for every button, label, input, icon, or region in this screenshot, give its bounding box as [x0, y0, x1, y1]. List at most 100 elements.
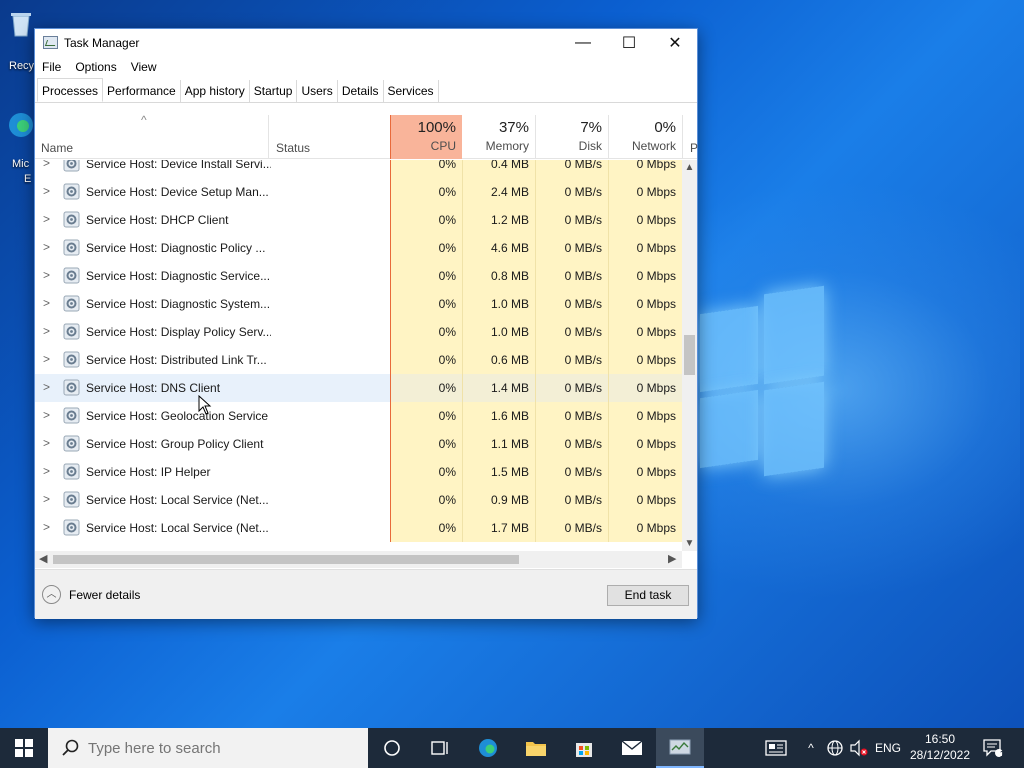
task-view-button[interactable] — [416, 728, 464, 768]
tab-startup[interactable]: Startup — [250, 80, 298, 102]
tab-users[interactable]: Users — [297, 80, 338, 102]
table-row[interactable]: > Service Host: Local Service (Net... 0% 0.… — [35, 486, 682, 514]
fewer-details-link[interactable]: Fewer details — [69, 588, 140, 602]
recycle-bin-icon[interactable] — [6, 8, 36, 43]
menu-options[interactable]: Options — [68, 57, 123, 79]
memory-cell: 4.6 MB — [462, 234, 535, 262]
show-hidden-icons-button[interactable]: ^ — [802, 728, 820, 768]
tab-performance[interactable]: Performance — [103, 80, 181, 102]
column-disk[interactable]: 7% Disk — [535, 115, 608, 159]
expand-chevron-icon[interactable]: > — [43, 296, 50, 310]
column-name[interactable]: Name — [41, 141, 73, 155]
table-row[interactable]: > Service Host: Display Policy Serv... 0% 1… — [35, 318, 682, 346]
expand-chevron-icon[interactable]: > — [43, 268, 50, 282]
scroll-left-icon[interactable]: ◀ — [39, 552, 47, 565]
recycle-bin-glyph-icon — [11, 13, 31, 37]
table-row[interactable]: > Service Host: Diagnostic Service... 0% 0.… — [35, 262, 682, 290]
expand-chevron-icon[interactable]: > — [43, 240, 50, 254]
close-button[interactable]: ✕ — [652, 29, 698, 57]
expand-chevron-icon[interactable]: > — [43, 352, 50, 366]
table-row[interactable]: > Service Host: Device Install Servi... 0%… — [35, 160, 682, 178]
mail-icon — [621, 740, 643, 755]
network-cell: 0 Mbps — [608, 206, 682, 234]
column-power-truncated[interactable]: P — [690, 141, 698, 155]
start-button[interactable] — [0, 728, 48, 768]
network-tray-button[interactable] — [824, 728, 846, 768]
expand-chevron-icon[interactable]: > — [43, 464, 50, 478]
column-cpu[interactable]: 100% CPU — [390, 115, 462, 159]
process-name: Service Host: Device Install Servi... — [86, 160, 271, 171]
news-icon — [765, 740, 787, 756]
title-bar[interactable]: Task Manager — ☐ ✕ — [35, 29, 697, 57]
horizontal-scrollbar[interactable]: ◀ ▶ — [35, 551, 682, 568]
horizontal-scroll-thumb[interactable] — [53, 555, 519, 564]
table-row[interactable]: > Service Host: Diagnostic Policy ... 0% 4.… — [35, 234, 682, 262]
search-input[interactable] — [88, 737, 348, 759]
process-name: Service Host: Diagnostic Policy ... — [86, 241, 266, 255]
vertical-scroll-thumb[interactable] — [684, 335, 695, 375]
expand-chevron-icon[interactable]: > — [43, 160, 50, 170]
cpu-cell: 0% — [390, 234, 462, 262]
tab-processes[interactable]: Processes — [37, 78, 104, 102]
cpu-cell: 0% — [390, 514, 462, 542]
memory-cell: 1.4 MB — [462, 374, 535, 402]
process-name: Service Host: Local Service (Net... — [86, 493, 269, 507]
volume-tray-button[interactable] — [848, 728, 870, 768]
tab-details[interactable]: Details — [338, 80, 384, 102]
expand-chevron-icon[interactable]: > — [43, 380, 50, 394]
table-row[interactable]: > Service Host: Diagnostic System... 0% 1.0… — [35, 290, 682, 318]
scroll-down-icon[interactable]: ▼ — [682, 538, 697, 549]
taskbar-clock[interactable]: 16:50 28/12/2022 — [905, 731, 975, 763]
edge-taskbar-button[interactable] — [464, 728, 512, 768]
network-cell: 0 Mbps — [608, 402, 682, 430]
file-explorer-button[interactable] — [512, 728, 560, 768]
minimize-button[interactable]: — — [560, 29, 606, 57]
tab-app-history[interactable]: App history — [181, 80, 250, 102]
clock-date: 28/12/2022 — [909, 748, 971, 762]
table-row[interactable]: > Service Host: Device Setup Man... 0% 2.4 … — [35, 178, 682, 206]
scroll-right-icon[interactable]: ▶ — [668, 552, 676, 565]
column-network[interactable]: 0% Network — [608, 115, 682, 159]
cortana-button[interactable] — [368, 728, 416, 768]
expand-chevron-icon[interactable]: > — [43, 520, 50, 534]
service-gear-icon — [63, 239, 80, 256]
end-task-button[interactable]: End task — [607, 585, 689, 606]
expand-chevron-icon[interactable]: > — [43, 212, 50, 226]
action-center-button[interactable]: 1 — [978, 728, 1008, 768]
taskbar-search[interactable] — [48, 728, 368, 768]
disk-cell: 0 MB/s — [535, 374, 608, 402]
vertical-scrollbar[interactable]: ▲ ▼ — [682, 160, 697, 551]
task-manager-taskbar-button[interactable] — [656, 728, 704, 768]
expand-chevron-icon[interactable]: > — [43, 324, 50, 338]
table-row[interactable]: > Service Host: IP Helper 0% 1.5 MB 0 MB/s 0 … — [35, 458, 682, 486]
expand-chevron-icon[interactable]: > — [43, 184, 50, 198]
language-indicator[interactable]: ENG — [872, 728, 904, 768]
memory-cell: 1.2 MB — [462, 206, 535, 234]
table-row[interactable]: > Service Host: DNS Client 0% 1.4 MB 0 MB/s 0… — [35, 374, 682, 402]
network-cell: 0 Mbps — [608, 486, 682, 514]
table-row[interactable]: > Service Host: DHCP Client 0% 1.2 MB 0 MB/s… — [35, 206, 682, 234]
table-row[interactable]: > Service Host: Geolocation Service 0% 1.6 … — [35, 402, 682, 430]
store-button[interactable] — [560, 728, 608, 768]
scroll-up-icon[interactable]: ▲ — [682, 162, 697, 173]
column-memory[interactable]: 37% Memory — [462, 115, 535, 159]
column-status[interactable]: Status — [276, 141, 310, 155]
maximize-button[interactable]: ☐ — [606, 29, 652, 57]
menu-file[interactable]: File — [35, 57, 68, 79]
close-icon: ✕ — [668, 35, 682, 52]
notification-count: 1 — [1000, 749, 1006, 759]
edge-desktop-icon[interactable] — [6, 110, 36, 145]
mail-button[interactable] — [608, 728, 656, 768]
expand-chevron-icon[interactable]: > — [43, 436, 50, 450]
cortana-circle-icon — [384, 740, 400, 756]
network-cell: 0 Mbps — [608, 374, 682, 402]
menu-view[interactable]: View — [124, 57, 164, 79]
table-row[interactable]: > Service Host: Group Policy Client 0% 1.1 … — [35, 430, 682, 458]
table-row[interactable]: > Service Host: Distributed Link Tr... 0% 0… — [35, 346, 682, 374]
tab-services[interactable]: Services — [384, 80, 439, 102]
news-button[interactable] — [760, 728, 792, 768]
table-row[interactable]: > Service Host: Local Service (Net... 0% 1.… — [35, 514, 682, 542]
chevron-up-circle-icon[interactable]: ︿ — [42, 585, 61, 604]
expand-chevron-icon[interactable]: > — [43, 492, 50, 506]
expand-chevron-icon[interactable]: > — [43, 408, 50, 422]
